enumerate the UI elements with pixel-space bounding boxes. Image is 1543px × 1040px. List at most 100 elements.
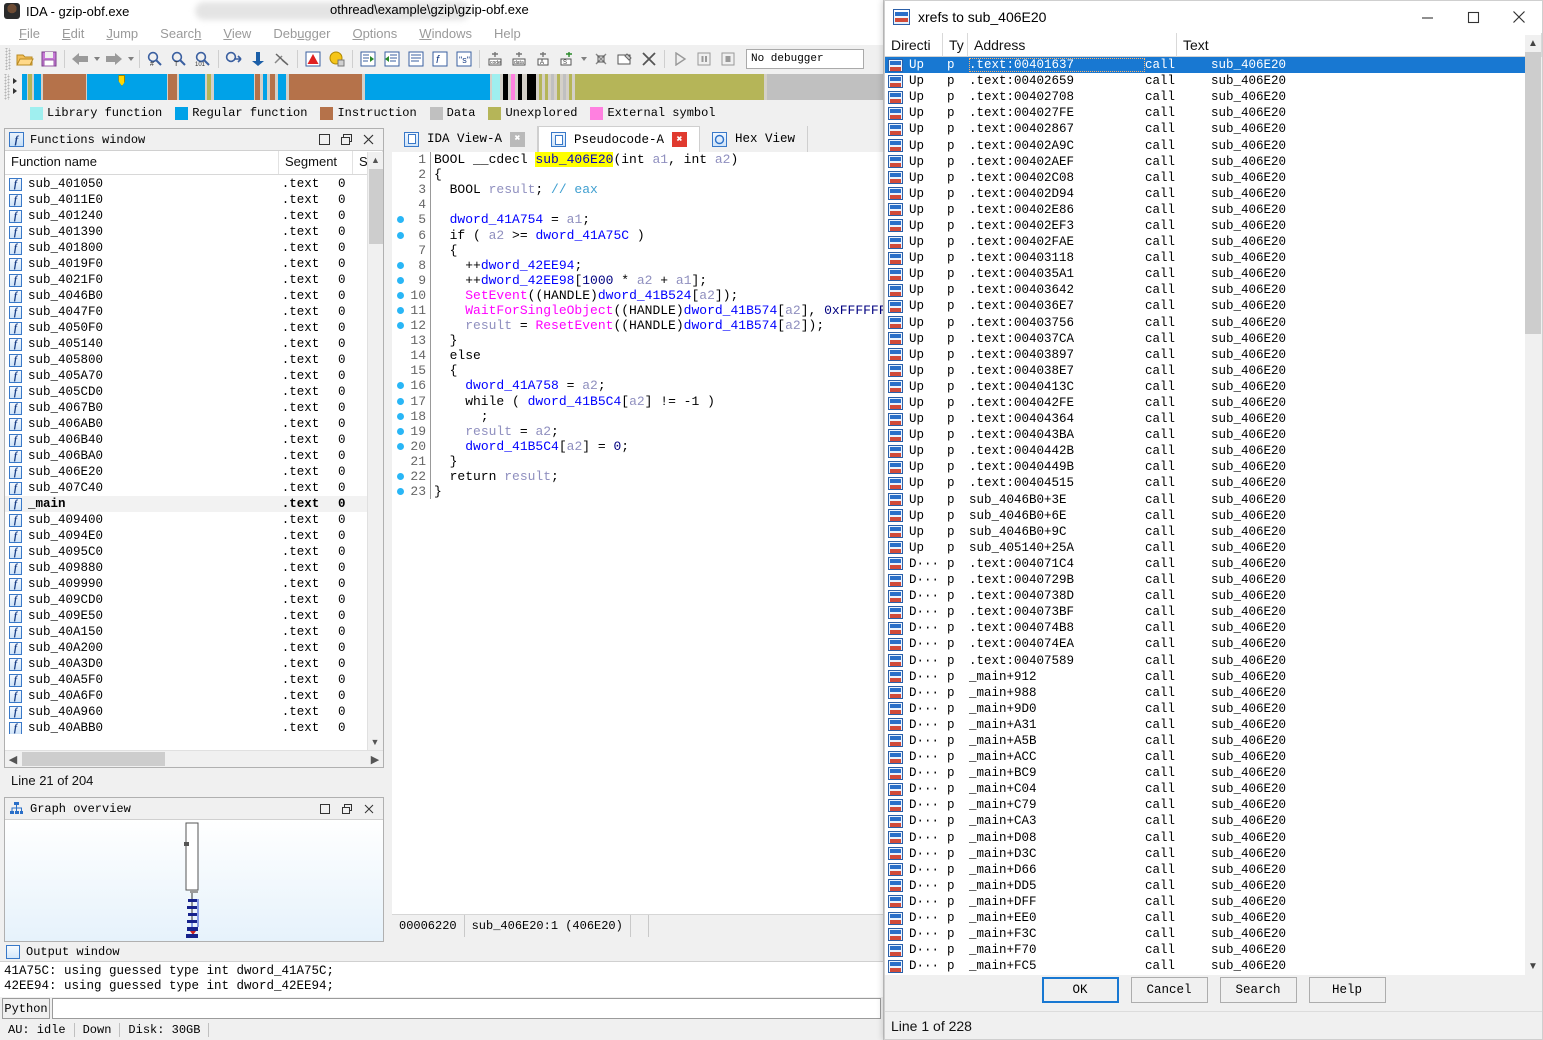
xrefs-list[interactable]: Up p .text:00401637 call sub_406E20 Up p .text:… [885, 57, 1525, 975]
code-line[interactable]: 4 [392, 197, 883, 213]
restore-icon[interactable] [340, 133, 353, 146]
xref-row[interactable]: Up p .text:00402AEF call sub_406E20 [885, 154, 1525, 170]
export-list-icon[interactable] [357, 48, 379, 70]
menu-item-view[interactable]: View [212, 24, 262, 43]
breakpoint-marker-icon[interactable] [392, 469, 408, 484]
code-line[interactable]: 11 WaitForSingleObject((HANDLE)dword_41B… [392, 302, 883, 319]
xref-row[interactable]: Up p .text:00403118 call sub_406E20 [885, 250, 1525, 266]
menu-item-search[interactable]: Search [149, 24, 212, 43]
function-list-row[interactable]: f sub_406B40 .text 0 [5, 432, 367, 448]
breakpoint-marker-icon[interactable] [392, 303, 408, 318]
breakpoint-marker-icon[interactable] [392, 318, 408, 333]
functions-list[interactable]: f sub_401050 .text 0 f sub_4011E0 .text 0 f sub_4… [5, 176, 367, 734]
function-list-row[interactable]: f sub_401800 .text 0 [5, 240, 367, 256]
function-list-row[interactable]: f sub_406AB0 .text 0 [5, 416, 367, 432]
function-list-row[interactable]: f sub_40A3D0 .text 0 [5, 656, 367, 672]
jump-to-icon[interactable] [223, 48, 245, 70]
code-line[interactable]: 17 while ( dword_41B5C4[a2] != -1 ) [392, 393, 883, 409]
close-icon[interactable] [362, 802, 375, 815]
graph-overview-canvas[interactable] [5, 820, 383, 941]
xref-row[interactable]: D··· p _main+EE0 call sub_406E20 [885, 910, 1525, 926]
xref-row[interactable]: D··· p _main+C04 call sub_406E20 [885, 781, 1525, 797]
menu-item-edit[interactable]: Edit [51, 24, 95, 43]
down-arrow-icon[interactable] [247, 48, 269, 70]
xref-row[interactable]: Up p .text:00402708 call sub_406E20 [885, 89, 1525, 105]
scroll-thumb[interactable] [1525, 52, 1541, 334]
help-button[interactable]: Help [1308, 977, 1386, 1003]
xref-row[interactable]: Up p .text:00402D94 call sub_406E20 [885, 186, 1525, 202]
xref-row[interactable]: D··· p .text:0040729B call sub_406E20 [885, 572, 1525, 588]
code-line[interactable]: 7 { [392, 242, 883, 258]
scroll-left-icon[interactable]: ◀ [5, 751, 21, 767]
code-line[interactable]: 22 return result; [392, 468, 883, 485]
code-line[interactable]: 15 { [392, 363, 883, 379]
function-list-row[interactable]: f sub_4094E0 .text 0 [5, 528, 367, 544]
xref-row[interactable]: Up p .text:00402E86 call sub_406E20 [885, 202, 1525, 218]
xref-row[interactable]: D··· p .text:004074EA call sub_406E20 [885, 636, 1525, 652]
function-list-row[interactable]: f _main .text 0 [5, 496, 367, 512]
xref-row[interactable]: Up p .text:004042FE call sub_406E20 [885, 395, 1525, 411]
column-text[interactable]: Text [1177, 32, 1542, 57]
xref-row[interactable]: D··· p _main+A5B call sub_406E20 [885, 733, 1525, 749]
xref-row[interactable]: D··· p _main+C79 call sub_406E20 [885, 797, 1525, 813]
search-button[interactable]: Search [1219, 977, 1297, 1003]
function-list-row[interactable]: f sub_4019F0 .text 0 [5, 256, 367, 272]
navigate-back-dropdown-icon[interactable] [94, 56, 100, 61]
navigate-back-icon[interactable] [69, 48, 91, 70]
output-log[interactable]: 41A75C: using guessed type int dword_41A… [0, 962, 883, 997]
function-list-row[interactable]: f sub_409400 .text 0 [5, 512, 367, 528]
breakpoint-marker-icon[interactable] [392, 228, 408, 243]
xref-row[interactable]: Up p .text:004035A1 call sub_406E20 [885, 266, 1525, 282]
xref-row[interactable]: Up p sub_405140+25A call sub_406E20 [885, 540, 1525, 556]
xref-row[interactable]: D··· p .text:004073BF call sub_406E20 [885, 604, 1525, 620]
breakpoint-marker-icon[interactable] [392, 273, 408, 288]
open-file-icon[interactable] [14, 48, 36, 70]
xref-row[interactable]: Up p sub_4046B0+9C call sub_406E20 [885, 524, 1525, 540]
xref-row[interactable]: Up p .text:004036E7 call sub_406E20 [885, 298, 1525, 314]
menu-item-jump[interactable]: Jump [95, 24, 149, 43]
xref-row[interactable]: Up p .text:00401637 call sub_406E20 [885, 57, 1525, 74]
breakpoint-marker-icon[interactable] [392, 212, 408, 227]
run-icon[interactable] [669, 48, 691, 70]
close-button[interactable] [1496, 1, 1542, 33]
code-line[interactable]: 16 dword_41A758 = a2; [392, 378, 883, 394]
make-data-icon[interactable]: data [508, 48, 530, 70]
function-list-row[interactable]: f sub_40A6F0 .text 0 [5, 688, 367, 704]
code-line[interactable]: 8 ++dword_42EE94; [392, 257, 883, 273]
function-list-row[interactable]: f sub_40A960 .text 0 [5, 704, 367, 720]
navband-grip[interactable] [3, 74, 10, 100]
tab-close-icon[interactable]: ✖ [510, 131, 526, 147]
toolbar-grip[interactable] [4, 47, 11, 70]
make-code-icon[interactable]: code [484, 48, 506, 70]
menu-item-file[interactable]: FFileile [8, 24, 51, 43]
function-list-row[interactable]: f sub_409CD0 .text 0 [5, 592, 367, 608]
menu-item-windows[interactable]: Windows [408, 24, 483, 43]
function-list-row[interactable]: f sub_401050 .text 0 [5, 176, 367, 192]
xref-row[interactable]: D··· p _main+D08 call sub_406E20 [885, 830, 1525, 846]
xref-row[interactable]: D··· p .text:00407589 call sub_406E20 [885, 652, 1525, 668]
function-list-row[interactable]: f sub_407C40 .text 0 [5, 480, 367, 496]
function-list-row[interactable]: f sub_409E50 .text 0 [5, 608, 367, 624]
function-list-row[interactable]: f sub_401390 .text 0 [5, 224, 367, 240]
scroll-thumb[interactable] [369, 169, 383, 244]
function-list-row[interactable]: f sub_4021F0 .text 0 [5, 272, 367, 288]
code-line[interactable]: 6 if ( a2 >= dword_41A75C ) [392, 227, 883, 243]
functions-vertical-scrollbar[interactable]: ▲ ▼ [367, 152, 383, 750]
xref-row[interactable]: Up p .text:00402C08 call sub_406E20 [885, 170, 1525, 186]
function-list-row[interactable]: f sub_406BA0 .text 0 [5, 448, 367, 464]
tab-close-icon[interactable]: ✖ [672, 132, 688, 147]
no-cross-reference-icon[interactable] [271, 48, 293, 70]
code-line[interactable]: 5 dword_41A754 = a1; [392, 212, 883, 228]
xref-row[interactable]: Up p .text:00402EF3 call sub_406E20 [885, 218, 1525, 234]
xref-row[interactable]: D··· p _main+A31 call sub_406E20 [885, 717, 1525, 733]
code-line[interactable]: 20 dword_41B5C4[a2] = 0; [392, 438, 883, 454]
column-segment[interactable]: Segment [279, 151, 353, 174]
xref-row[interactable]: D··· p _main+DFF call sub_406E20 [885, 894, 1525, 910]
xref-row[interactable]: D··· p _main+D3C call sub_406E20 [885, 846, 1525, 862]
cancel-button[interactable]: Cancel [1130, 977, 1208, 1003]
xref-row[interactable]: Up p .text:0040449B call sub_406E20 [885, 459, 1525, 475]
code-line[interactable]: 3 BOOL result; // eax [392, 182, 883, 198]
xref-row[interactable]: Up p .text:00402A9C call sub_406E20 [885, 137, 1525, 153]
function-list-row[interactable]: f sub_409880 .text 0 [5, 560, 367, 576]
search-binary-icon[interactable]: 101 [192, 48, 214, 70]
